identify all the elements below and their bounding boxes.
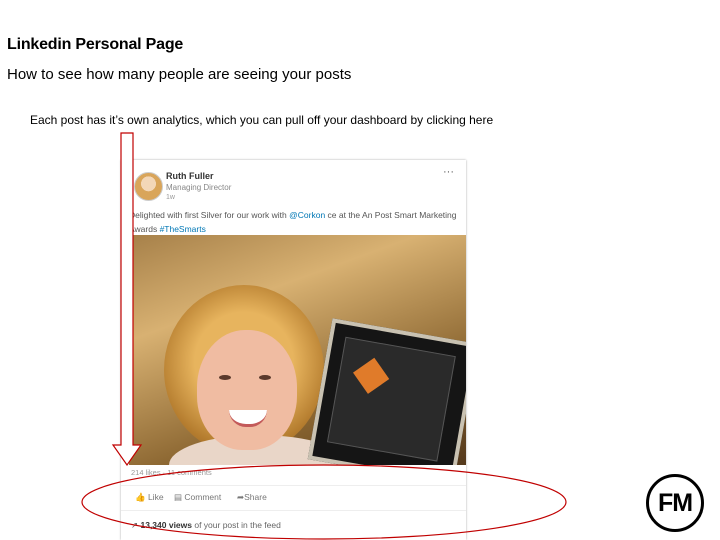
post-photo[interactable] [129,235,466,465]
post-views-analytics[interactable]: ↗ 13,340 views of your post in the feed [131,520,281,531]
post-text-prefix: Delighted with first Silver for our work… [129,210,290,220]
thumbs-up-icon: 👍 [135,492,148,502]
like-button[interactable]: 👍 Like [135,492,164,503]
comment-button[interactable]: ▤ Comment [174,492,221,503]
avatar[interactable] [134,172,163,201]
more-options-icon[interactable]: ··· [443,166,454,178]
views-count[interactable]: 13,340 views [140,520,192,530]
fm-logo: FM [646,474,704,532]
share-button[interactable]: ➦Share [237,492,267,503]
photo-eye [259,375,271,380]
post-actions-bar: 👍 Like ▤ Comment ➦Share [121,485,466,511]
photo-eye [219,375,231,380]
post-time: 1w [166,194,175,201]
award-frame [307,318,466,465]
like-label: Like [147,492,164,502]
hashtag-link[interactable]: #TheSmarts [160,224,206,234]
comment-icon: ▤ [174,492,185,502]
post-text: Delighted with first Silver for our work… [129,208,459,236]
likes-comments-count[interactable]: 214 likes · 11 comments [131,468,212,477]
award-fox-icon [353,357,390,394]
slide-note: Each post has it’s own analytics, which … [30,113,494,127]
author-role: Managing Director [166,183,232,192]
slide-title: Linkedin Personal Page [7,36,184,53]
views-suffix: of your post in the feed [192,520,281,530]
mention-link[interactable]: @Corkon [289,210,325,220]
linkedin-post-card: Ruth Fuller Managing Director 1w ··· Del… [121,160,466,540]
photo-face [197,330,297,450]
author-name[interactable]: Ruth Fuller [166,171,214,181]
award-plaque [326,336,456,462]
slide-subtitle: How to see how many people are seeing yo… [7,66,352,83]
share-label: Share [244,492,267,502]
comment-label: Comment [184,492,222,502]
